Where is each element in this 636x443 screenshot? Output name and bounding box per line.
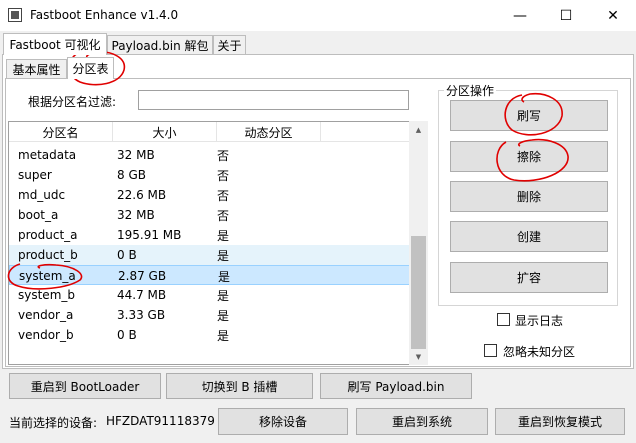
cell-size: 22.6 MB: [117, 188, 167, 202]
column-header-name[interactable]: 分区名: [9, 122, 113, 142]
cell-partition-name: product_b: [18, 248, 78, 262]
cell-size: 3.33 GB: [117, 308, 166, 322]
remove-device-button[interactable]: 移除设备: [218, 408, 348, 435]
filter-label: 根据分区名过滤:: [28, 95, 117, 109]
ignore-unknown-label: 忽略未知分区: [503, 345, 576, 359]
cell-partition-name: super: [18, 168, 52, 182]
show-log-label: 显示日志: [515, 314, 564, 328]
cell-dynamic: 是: [218, 269, 231, 284]
filter-input[interactable]: [138, 90, 409, 110]
cell-partition-name: metadata: [18, 148, 77, 162]
tab-fastboot[interactable]: Fastboot 可视化: [3, 33, 107, 55]
cell-size: 32 MB: [117, 148, 155, 162]
device-label: 当前选择的设备:: [9, 416, 98, 430]
resize-button[interactable]: 扩容: [450, 262, 608, 293]
cell-dynamic: 否: [217, 188, 230, 203]
reboot-bootloader-button[interactable]: 重启到 BootLoader: [9, 373, 161, 399]
show-log-checkbox[interactable]: [497, 313, 510, 326]
minimize-button[interactable]: —: [497, 0, 543, 31]
cell-size: 195.91 MB: [117, 228, 182, 242]
tab-partition-table[interactable]: 分区表: [67, 57, 114, 79]
table-header: 分区名 大小 动态分区: [9, 122, 411, 142]
cell-dynamic: 否: [217, 148, 230, 163]
app-icon: [8, 8, 22, 22]
table-row[interactable]: metadata 32 MB 否: [9, 145, 411, 165]
cell-size: 2.87 GB: [118, 269, 167, 283]
cell-dynamic: 是: [217, 328, 230, 343]
ignore-unknown-checkbox[interactable]: [484, 344, 497, 357]
cell-dynamic: 否: [217, 168, 230, 183]
cell-partition-name: vendor_a: [18, 308, 74, 322]
cell-partition-name: system_a: [19, 269, 76, 283]
cell-size: 0 B: [117, 248, 137, 262]
scroll-down-icon[interactable]: ▼: [409, 350, 428, 364]
table-row[interactable]: system_b 44.7 MB 是: [9, 285, 411, 305]
cell-size: 32 MB: [117, 208, 155, 222]
table-row[interactable]: product_a 195.91 MB 是: [9, 225, 411, 245]
cell-dynamic: 是: [217, 308, 230, 323]
operations-group-title: 分区操作: [444, 82, 497, 99]
window-title: Fastboot Enhance v1.4.0: [30, 8, 179, 22]
cell-dynamic: 是: [217, 248, 230, 263]
cell-size: 0 B: [117, 328, 137, 342]
cell-partition-name: boot_a: [18, 208, 59, 222]
tab-basic-properties[interactable]: 基本属性: [6, 59, 67, 78]
tab-about[interactable]: 关于: [213, 35, 246, 54]
flash-button[interactable]: 刷写: [450, 100, 608, 131]
partition-table[interactable]: 分区名 大小 动态分区 metadata 32 MB 否 super 8 GB 否 md_u…: [8, 121, 428, 365]
scroll-up-icon[interactable]: ▲: [409, 123, 428, 137]
table-row[interactable]: product_b 0 B 是: [9, 245, 411, 265]
flash-payload-button[interactable]: 刷写 Payload.bin: [320, 373, 472, 399]
cell-partition-name: system_b: [18, 288, 75, 302]
create-button[interactable]: 创建: [450, 221, 608, 252]
cell-dynamic: 是: [217, 288, 230, 303]
column-header-dynamic[interactable]: 动态分区: [217, 122, 321, 142]
cell-size: 8 GB: [117, 168, 146, 182]
reboot-recovery-button[interactable]: 重启到恢复模式: [495, 408, 625, 435]
cell-size: 44.7 MB: [117, 288, 167, 302]
cell-dynamic: 否: [217, 208, 230, 223]
delete-button[interactable]: 删除: [450, 181, 608, 212]
switch-slot-button[interactable]: 切换到 B 插槽: [166, 373, 313, 399]
table-row[interactable]: vendor_b 0 B 是: [9, 325, 411, 345]
reboot-system-button[interactable]: 重启到系统: [356, 408, 488, 435]
tab-payload[interactable]: Payload.bin 解包: [107, 35, 213, 54]
scroll-thumb[interactable]: [411, 236, 426, 349]
cell-partition-name: vendor_b: [18, 328, 74, 342]
table-row[interactable]: vendor_a 3.33 GB 是: [9, 305, 411, 325]
device-id: HFZDAT91118379: [106, 414, 215, 428]
column-header-size[interactable]: 大小: [113, 122, 217, 142]
table-row[interactable]: md_udc 22.6 MB 否: [9, 185, 411, 205]
table-row[interactable]: system_a 2.87 GB 是: [9, 265, 411, 285]
cell-partition-name: md_udc: [18, 188, 66, 202]
table-row[interactable]: boot_a 32 MB 否: [9, 205, 411, 225]
close-button[interactable]: ✕: [590, 0, 636, 31]
table-row[interactable]: super 8 GB 否: [9, 165, 411, 185]
maximize-button[interactable]: ☐: [543, 0, 589, 31]
erase-button[interactable]: 擦除: [450, 141, 608, 172]
cell-dynamic: 是: [217, 228, 230, 243]
cell-partition-name: product_a: [18, 228, 78, 242]
